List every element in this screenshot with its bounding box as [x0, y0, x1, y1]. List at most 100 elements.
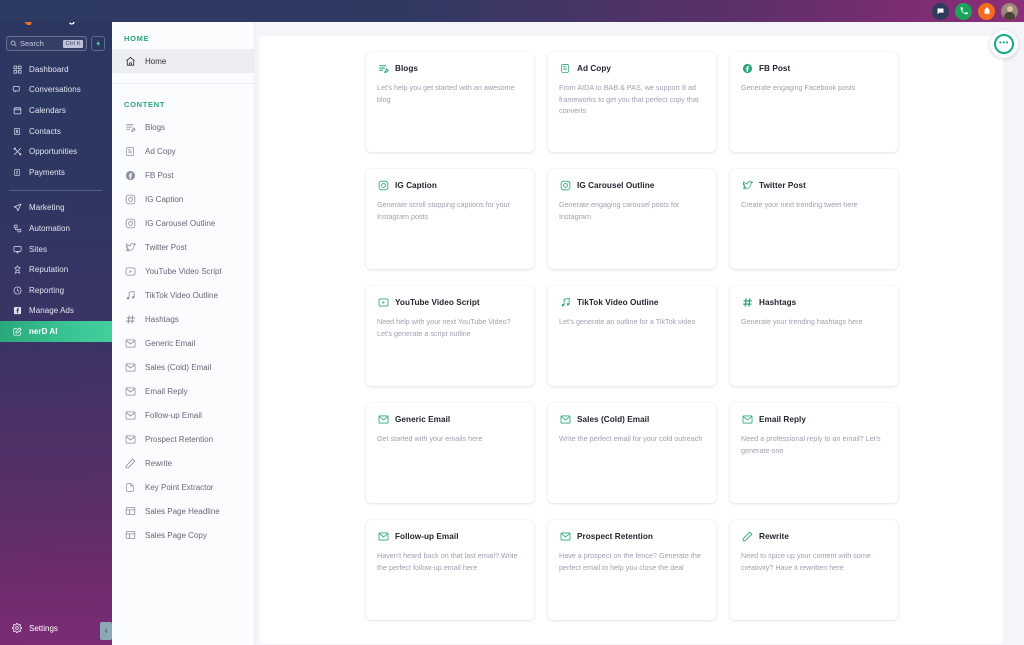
template-card-ad-copy[interactable]: Ad Copy From AIDA to BAB & PAS, we suppo…	[548, 52, 716, 152]
subnav-item-generic-email[interactable]: Generic Email	[112, 331, 254, 355]
subnav-item-label: YouTube Video Script	[145, 267, 222, 276]
subnav-item-label: Twitter Post	[145, 243, 187, 252]
subnav-item-label: Follow-up Email	[145, 411, 202, 420]
template-card-email-reply[interactable]: Email Reply Need a professional reply to…	[730, 403, 898, 503]
sidebar-item-opportunities[interactable]: Opportunities	[0, 141, 112, 162]
template-card-rewrite[interactable]: Rewrite Need to spice up your content wi…	[730, 520, 898, 620]
template-card-follow-up-email[interactable]: Follow-up Email Haven't heard back on th…	[366, 520, 534, 620]
sidebar-item-automation[interactable]: Automation	[0, 218, 112, 239]
sidebar-item-nerd-ai[interactable]: nerD AI	[0, 321, 112, 342]
subnav-item-hashtags[interactable]: Hashtags	[112, 307, 254, 331]
template-card-generic-email[interactable]: Generic Email Get started with your emai…	[366, 403, 534, 503]
sidebar-item-reputation[interactable]: Reputation	[0, 259, 112, 280]
card-description: Generate your trending hashtags here	[741, 316, 887, 328]
template-card-twitter-post[interactable]: Twitter Post Create your next trending t…	[730, 169, 898, 269]
template-card-youtube-video-script[interactable]: YouTube Video Script Need help with your…	[366, 286, 534, 386]
template-card-ig-carousel-outline[interactable]: IG Carousel Outline Generate engaging ca…	[548, 169, 716, 269]
template-card-blogs[interactable]: Blogs Let's help you get started with an…	[366, 52, 534, 152]
search-input[interactable]: Search Ctrl K	[6, 36, 87, 51]
chat-icon[interactable]	[932, 3, 949, 20]
sidebar-item-manage-ads[interactable]: Manage Ads	[0, 301, 112, 322]
card-title: Follow-up Email	[395, 532, 459, 541]
sidebar-item-dashboard[interactable]: Dashboard	[0, 59, 112, 80]
subnav-item-sales-cold-email[interactable]: Sales (Cold) Email	[112, 355, 254, 379]
subnav-item-label: Ad Copy	[145, 147, 176, 156]
subnav-item-youtube-video-script[interactable]: YouTube Video Script	[112, 259, 254, 283]
subnav-item-label: FB Post	[145, 171, 173, 180]
subnav-item-blogs[interactable]: Blogs	[112, 115, 254, 139]
subnav-item-ad-copy[interactable]: Ad Copy	[112, 139, 254, 163]
envelope-icon	[124, 385, 136, 397]
quick-action-button[interactable]	[91, 36, 105, 51]
subnav-item-key-point-extractor[interactable]: Key Point Extractor	[112, 475, 254, 499]
sidebar-item-contacts[interactable]: Contacts	[0, 121, 112, 142]
card-header: Twitter Post	[741, 179, 887, 191]
subnav-item-sales-page-headline[interactable]: Sales Page Headline	[112, 499, 254, 523]
sidebar-item-marketing[interactable]: Marketing	[0, 198, 112, 219]
template-card-ig-caption[interactable]: IG Caption Generate scroll stopping capt…	[366, 169, 534, 269]
sidebar-collapse-button[interactable]	[100, 622, 112, 640]
template-card-grid: Blogs Let's help you get started with an…	[366, 52, 898, 637]
dollar-bill-icon	[12, 167, 22, 177]
sidebar-item-conversations[interactable]: Conversations	[0, 80, 112, 101]
contact-card-icon	[12, 126, 22, 136]
subnav-item-label: Prospect Retention	[145, 435, 213, 444]
sidebar-item-label: Payments	[29, 168, 65, 177]
document-icon	[124, 481, 136, 493]
card-description: From AIDA to BAB & PAS, we support 8 ad …	[559, 82, 705, 117]
subnav-item-ig-caption[interactable]: IG Caption	[112, 187, 254, 211]
chat-widget-button[interactable]: •••	[990, 30, 1018, 58]
sidebar-item-sites[interactable]: Sites	[0, 239, 112, 260]
template-card-sales-cold-email[interactable]: Sales (Cold) Email Write the perfect ema…	[548, 403, 716, 503]
subnav-item-rewrite[interactable]: Rewrite	[112, 451, 254, 475]
template-card-hashtags[interactable]: Hashtags Generate your trending hashtags…	[730, 286, 898, 386]
sidebar-item-label: Reputation	[29, 265, 68, 274]
subnav-item-fb-post[interactable]: FB Post	[112, 163, 254, 187]
template-card-fb-post[interactable]: FB Post Generate engaging Facebook posts	[730, 52, 898, 152]
subnav-item-tiktok-video-outline[interactable]: TikTok Video Outline	[112, 283, 254, 307]
card-description: Let's generate an outline for a TikTok v…	[559, 316, 705, 328]
instagram-icon	[124, 217, 136, 229]
envelope-icon	[377, 530, 389, 542]
subnav-item-email-reply[interactable]: Email Reply	[112, 379, 254, 403]
facebook-square-icon	[12, 306, 22, 316]
sidebar-item-settings[interactable]: Settings	[0, 611, 112, 645]
envelope-icon	[559, 530, 571, 542]
phone-icon[interactable]	[955, 3, 972, 20]
subnav-item-prospect-retention[interactable]: Prospect Retention	[112, 427, 254, 451]
subnav-item-sales-page-copy[interactable]: Sales Page Copy	[112, 523, 254, 547]
search-row: Search Ctrl K	[0, 36, 112, 51]
sidebar-item-label: Automation	[29, 224, 70, 233]
chat-dots-icon: •••	[994, 34, 1014, 54]
subnav-item-follow-up-email[interactable]: Follow-up Email	[112, 403, 254, 427]
subnav-item-twitter-post[interactable]: Twitter Post	[112, 235, 254, 259]
card-description: Generate engaging carousel posts for Ins…	[559, 199, 705, 222]
card-header: Blogs	[377, 62, 523, 74]
subnav-item-label: Rewrite	[145, 459, 172, 468]
card-header: Generic Email	[377, 413, 523, 425]
content-panel: Blogs Let's help you get started with an…	[259, 36, 1003, 644]
clock-chart-icon	[12, 285, 22, 295]
subnav-item-ig-carousel-outline[interactable]: IG Carousel Outline	[112, 211, 254, 235]
subnav-item-label: Sales Page Headline	[145, 507, 220, 516]
notification-bell-icon[interactable]	[978, 3, 995, 20]
subnav-item-label: IG Caption	[145, 195, 183, 204]
card-description: Need help with your next YouTube Video? …	[377, 316, 523, 339]
paper-plane-icon	[12, 203, 22, 213]
envelope-icon	[559, 413, 571, 425]
sidebar-item-reporting[interactable]: Reporting	[0, 280, 112, 301]
sidebar-item-label: Dashboard	[29, 65, 69, 74]
avatar[interactable]	[1001, 3, 1018, 20]
sidebar-item-label: Reporting	[29, 286, 64, 295]
envelope-icon	[124, 433, 136, 445]
subnav-item-label: Hashtags	[145, 315, 179, 324]
gear-icon	[12, 623, 22, 633]
subnav-item-home[interactable]: Home	[112, 49, 254, 73]
sidebar-item-payments[interactable]: Payments	[0, 162, 112, 183]
sidebar-item-calendars[interactable]: Calendars	[0, 100, 112, 121]
template-card-prospect-retention[interactable]: Prospect Retention Have a prospect on th…	[548, 520, 716, 620]
hashtag-icon	[741, 296, 753, 308]
template-card-tiktok-video-outline[interactable]: TikTok Video Outline Let's generate an o…	[548, 286, 716, 386]
pencil-square-icon	[12, 326, 22, 336]
layout-icon	[124, 529, 136, 541]
